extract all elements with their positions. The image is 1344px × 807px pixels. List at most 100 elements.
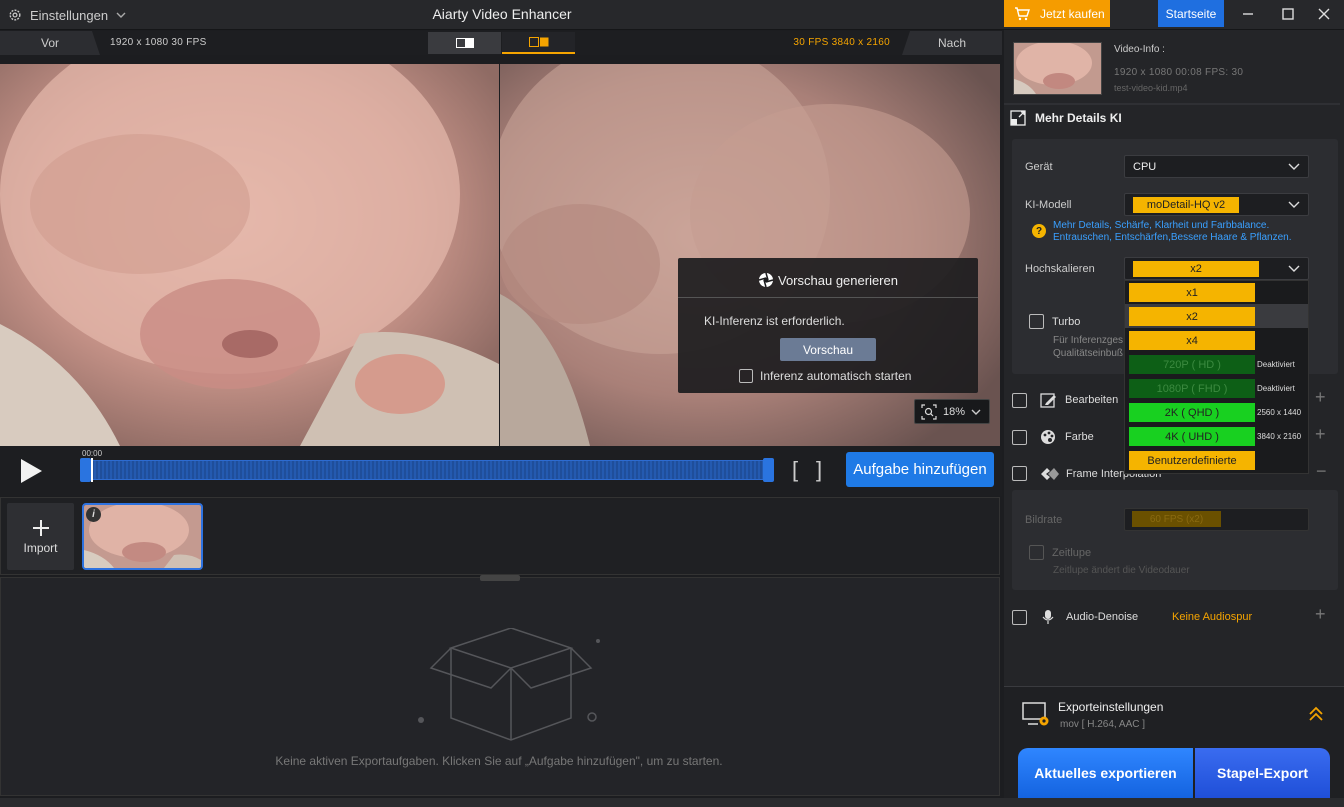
turbo-label: Turbo: [1052, 315, 1081, 328]
trim-start-handle[interactable]: [80, 458, 91, 482]
export-settings-label: Exporteinstellungen: [1058, 700, 1164, 714]
audio-status: Keine Audiospur: [1172, 611, 1253, 623]
export-current-button[interactable]: Aktuelles exportieren: [1018, 748, 1193, 798]
edit-checkbox[interactable]: [1012, 392, 1027, 408]
after-tab: Nach: [902, 31, 1002, 55]
import-button[interactable]: Import: [7, 503, 74, 570]
double-chevron-up-icon[interactable]: [1308, 706, 1324, 725]
enhance-icon: [1010, 110, 1026, 126]
collapse-frame-interpolation-icon[interactable]: −: [1316, 461, 1327, 482]
zoom-icon: [921, 403, 937, 420]
auto-inference-row[interactable]: Inferenz automatisch starten: [739, 369, 911, 383]
upscale-option[interactable]: 4K ( UHD ): [1129, 427, 1255, 446]
upscale-option-note: 3840 x 2160: [1257, 432, 1302, 441]
expand-edit-icon[interactable]: +: [1315, 387, 1326, 408]
close-button[interactable]: [1304, 0, 1344, 27]
model-value: moDetail-HQ v2: [1133, 196, 1239, 213]
model-select[interactable]: moDetail-HQ v2: [1124, 193, 1309, 216]
maximize-button[interactable]: [1268, 0, 1308, 27]
home-button[interactable]: Startseite: [1158, 0, 1224, 27]
timeline-track[interactable]: [80, 460, 774, 480]
slowmo-label: Zeitlupe: [1052, 546, 1092, 559]
info-icon[interactable]: i: [86, 507, 101, 522]
minimize-button[interactable]: [1228, 0, 1268, 27]
model-description-line-2: Entrauschen, Entschärfen,Bessere Haare &…: [1053, 232, 1292, 243]
framerate-value: 60 FPS (x2): [1132, 511, 1221, 527]
upscale-value: x2: [1133, 260, 1259, 277]
upscale-option[interactable]: 720P ( HD ): [1129, 355, 1255, 374]
close-icon: [1318, 8, 1330, 19]
generate-preview-label: Vorschau generieren: [778, 272, 898, 288]
target-info: 30 FPS 3840 x 2160: [793, 37, 890, 48]
auto-inference-checkbox[interactable]: [739, 369, 753, 383]
divider: [1004, 103, 1340, 105]
upscale-option-note: 2560 x 1440: [1257, 408, 1302, 417]
audio-denoise-checkbox[interactable]: [1012, 609, 1027, 625]
playhead[interactable]: [91, 458, 93, 482]
preview-button[interactable]: Vorschau: [780, 338, 876, 361]
resize-handle[interactable]: [480, 575, 520, 581]
ki-section-header[interactable]: Mehr Details KI: [1010, 110, 1122, 126]
zoom-value: 18%: [943, 405, 966, 418]
side-by-side-icon: [528, 37, 548, 47]
upscale-option-note: Deaktiviert: [1257, 360, 1295, 369]
auto-inference-label: Inferenz automatisch starten: [760, 369, 912, 383]
turbo-description-line-1: Für Inferenzges: [1053, 335, 1124, 346]
upscale-option[interactable]: Benutzerdefinierte: [1129, 451, 1255, 470]
color-section-row[interactable]: Farbe: [1012, 429, 1094, 445]
device-value: CPU: [1133, 160, 1157, 173]
turbo-row[interactable]: Turbo: [1029, 314, 1080, 329]
expand-audio-icon[interactable]: +: [1315, 604, 1326, 625]
upscale-option[interactable]: 2K ( QHD ): [1129, 403, 1255, 422]
side-by-side-toggle[interactable]: [502, 32, 575, 54]
device-select[interactable]: CPU: [1124, 155, 1309, 178]
source-info: 1920 x 1080 30 FPS: [110, 37, 207, 48]
turbo-description: Für Inferenzges Qualitätseinbuß: [1053, 334, 1123, 360]
before-preview-image: [0, 64, 499, 446]
add-task-button[interactable]: Aufgabe hinzufügen: [846, 452, 994, 487]
batch-export-button[interactable]: Stapel-Export: [1195, 748, 1330, 798]
microphone-icon: [1042, 610, 1054, 624]
expand-color-icon[interactable]: +: [1315, 424, 1326, 445]
split-view-icon: [455, 38, 474, 48]
upscale-option[interactable]: x1: [1129, 283, 1255, 302]
play-icon: [21, 459, 42, 483]
status-bar: [0, 798, 1344, 807]
slowmo-row: Zeitlupe: [1029, 545, 1091, 560]
edit-section-row[interactable]: Bearbeiten: [1012, 392, 1118, 408]
set-out-point-button[interactable]: ]: [816, 459, 822, 481]
maximize-icon: [1282, 7, 1294, 20]
cart-icon: [1015, 6, 1030, 20]
model-description: Mehr Details, Schärfe, Klarheit und Farb…: [1053, 220, 1291, 244]
color-checkbox[interactable]: [1012, 429, 1027, 445]
upscale-option[interactable]: 1080P ( FHD ): [1129, 379, 1255, 398]
help-icon[interactable]: ?: [1032, 224, 1046, 238]
frame-interpolation-checkbox[interactable]: [1012, 466, 1027, 481]
turbo-checkbox[interactable]: [1029, 314, 1044, 329]
upscale-select[interactable]: x2: [1124, 257, 1309, 280]
upscale-option[interactable]: x4: [1129, 331, 1255, 350]
model-description-line-1: Mehr Details, Schärfe, Klarheit und Farb…: [1053, 220, 1270, 231]
audio-denoise-row[interactable]: Audio-Denoise: [1012, 609, 1138, 625]
palette-icon: [1041, 430, 1055, 444]
video-file-name: test-video-kid.mp4: [1114, 83, 1188, 93]
current-time: 00:00: [82, 449, 103, 458]
upscale-option[interactable]: x2: [1129, 307, 1255, 326]
aperture-icon: [758, 272, 774, 288]
split-view-toggle[interactable]: [428, 32, 501, 54]
set-in-point-button[interactable]: [: [792, 459, 798, 481]
trim-end-handle[interactable]: [763, 458, 774, 482]
generate-preview-title: Vorschau generieren: [678, 272, 978, 288]
zoom-control[interactable]: 18%: [914, 399, 990, 424]
upscale-label: Hochskalieren: [1025, 263, 1095, 275]
buy-now-button[interactable]: Jetzt kaufen: [1004, 0, 1110, 27]
export-format: mov [ H.264, AAC ]: [1060, 719, 1146, 730]
chevron-down-icon: [971, 409, 981, 415]
upscale-dropdown: x1 x2 x4 720P ( HD ) Deaktiviert 1080P ( FHD …: [1124, 280, 1309, 474]
before-tab: Vor: [0, 31, 100, 55]
play-button[interactable]: [18, 457, 44, 485]
model-label: KI-Modell: [1025, 199, 1072, 211]
edit-icon: [1040, 393, 1056, 408]
turbo-description-line-2: Qualitätseinbuß: [1053, 348, 1124, 359]
edit-label: Bearbeiten: [1065, 394, 1119, 406]
